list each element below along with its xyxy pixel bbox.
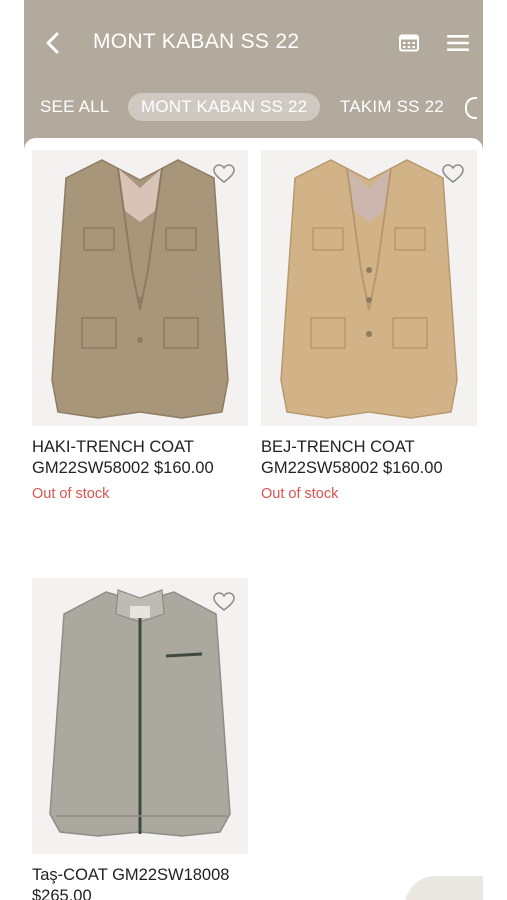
header-bar: MONT KABAN SS 22 SEE ALL MONT KABAN SS 2…	[24, 0, 483, 152]
product-name[interactable]: Taş-COAT GM22SW18008 $265.00	[32, 865, 262, 900]
product-name-line1: HAKI-TRENCH COAT	[32, 438, 194, 456]
tab-see-all[interactable]: SEE ALL	[27, 93, 122, 121]
product-image[interactable]	[32, 578, 248, 854]
favorite-button[interactable]	[441, 162, 465, 186]
product-name-line2: GM22SW58002 $160.00	[261, 459, 443, 477]
product-grid: HAKI-TRENCH COAT GM22SW58002 $160.00 Out…	[24, 138, 483, 900]
product-image[interactable]	[32, 150, 248, 426]
calendar-button[interactable]	[396, 30, 422, 56]
heart-icon	[213, 164, 235, 183]
back-button[interactable]	[38, 28, 68, 58]
product-name-line1: BEJ-TRENCH COAT	[261, 438, 415, 456]
jacket-image	[51, 159, 229, 419]
product-name[interactable]: BEJ-TRENCH COAT GM22SW58002 $160.00	[261, 437, 483, 479]
hamburger-menu-icon	[447, 35, 469, 51]
app-screen: MONT KABAN SS 22 SEE ALL MONT KABAN SS 2…	[24, 0, 483, 900]
heart-icon	[442, 164, 464, 183]
tab-mont-kaban-ss-22[interactable]: MONT KABAN SS 22	[128, 93, 321, 121]
tab-next-partial[interactable]	[465, 93, 477, 121]
calendar-icon	[399, 34, 419, 52]
tab-takim-ss-22[interactable]: TAKIM SS 22	[327, 93, 457, 121]
product-name-line2: GM22SW58002 $160.00	[32, 459, 214, 477]
product-name[interactable]: HAKI-TRENCH COAT GM22SW58002 $160.00	[32, 437, 262, 479]
jacket-image	[49, 589, 231, 837]
heart-icon	[213, 592, 235, 611]
product-image[interactable]	[261, 150, 477, 426]
jacket-image	[280, 159, 458, 419]
stock-status: Out of stock	[261, 486, 339, 502]
stock-status: Out of stock	[32, 486, 110, 502]
product-name-line2: $265.00	[32, 887, 92, 900]
favorite-button[interactable]	[212, 162, 236, 186]
favorite-button[interactable]	[212, 590, 236, 614]
chevron-left-icon	[46, 32, 59, 54]
product-name-line1: Taş-COAT GM22SW18008	[32, 866, 230, 884]
category-tabs: SEE ALL MONT KABAN SS 22 TAKIM SS 22	[24, 90, 483, 124]
menu-button[interactable]	[443, 28, 473, 58]
page-title: MONT KABAN SS 22	[93, 30, 300, 53]
